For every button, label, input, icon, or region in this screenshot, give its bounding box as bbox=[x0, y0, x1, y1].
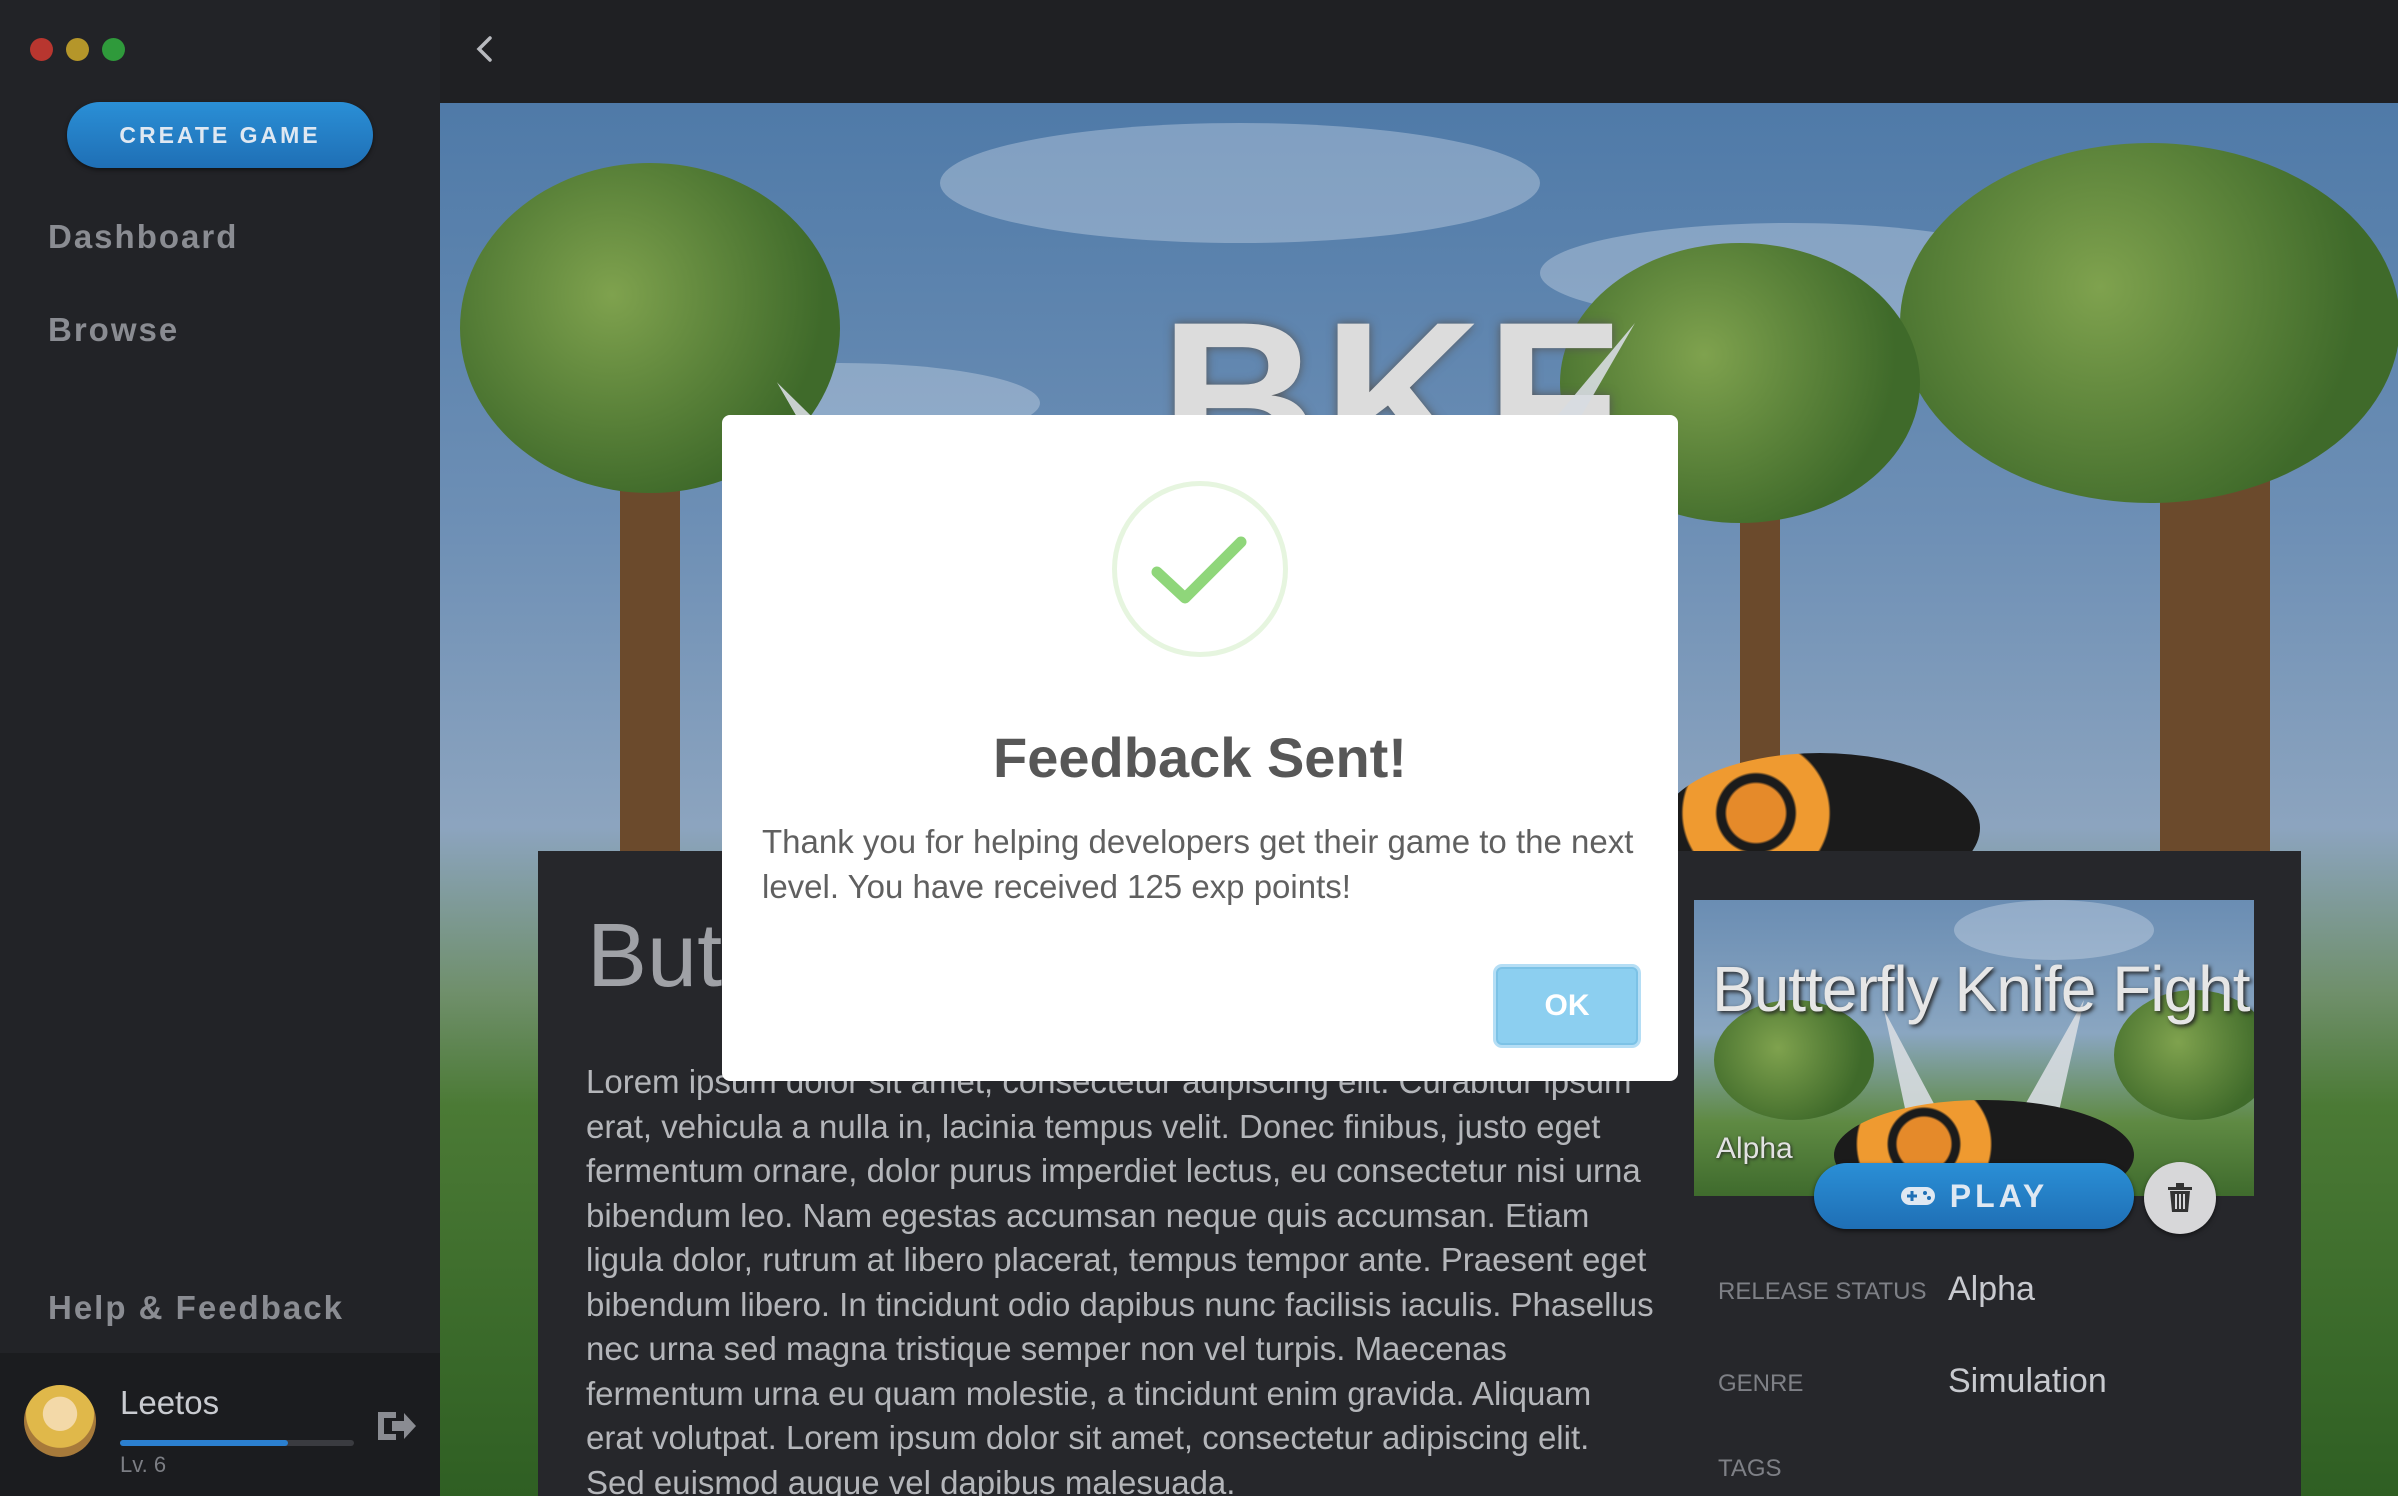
checkmark-icon bbox=[1151, 536, 1247, 604]
modal-message: Thank you for helping developers get the… bbox=[762, 823, 1634, 905]
success-circle bbox=[1112, 481, 1288, 657]
modal-title: Feedback Sent! bbox=[993, 726, 1407, 789]
feedback-sent-modal: Feedback Sent! Thank you for helping dev… bbox=[722, 415, 1678, 1081]
ok-button[interactable]: OK bbox=[1496, 967, 1638, 1045]
